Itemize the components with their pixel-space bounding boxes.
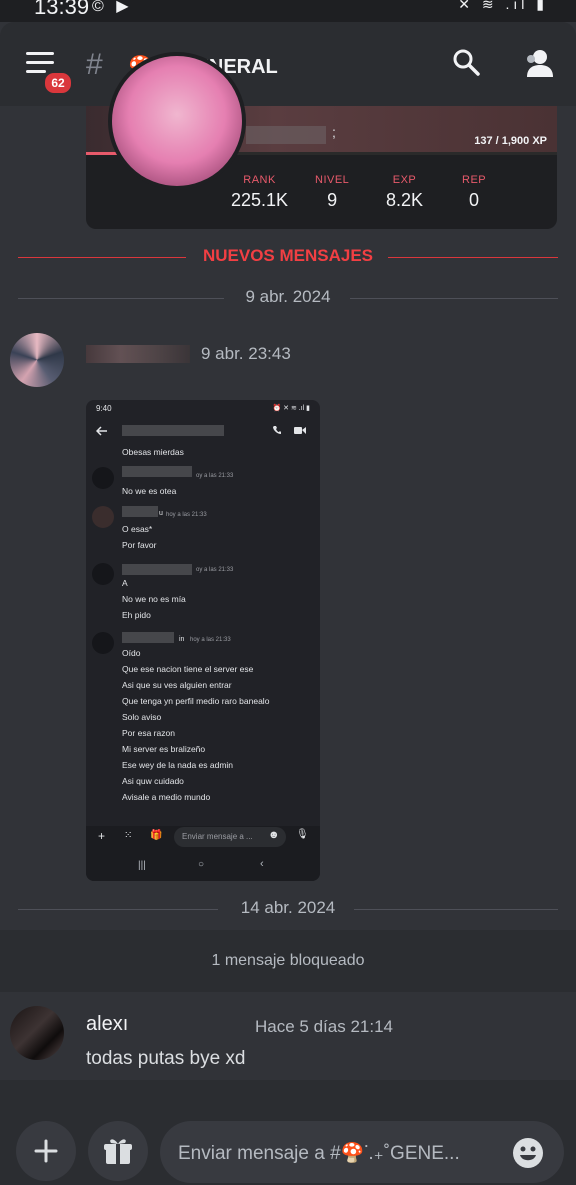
message-input[interactable]: Enviar mensaje a #🍄ᣟ.₊˚GENE... — [160, 1121, 564, 1183]
embedded-author-suffix: in — [179, 636, 185, 643]
date-label: 9 abr. 2024 — [18, 287, 558, 307]
embedded-line: Asi quw cuidado — [122, 776, 184, 786]
embedded-status-time: 9:40 — [96, 404, 112, 413]
search-icon[interactable] — [452, 48, 480, 76]
new-messages-divider: NUEVOS MENSAJES — [18, 246, 558, 265]
gift-button[interactable] — [88, 1121, 148, 1181]
date-label: 14 abr. 2024 — [18, 898, 558, 918]
stat-value: 225.1K — [231, 190, 289, 210]
emoji-icon[interactable] — [512, 1137, 544, 1169]
embedded-mic-icon: 🎙 — [296, 829, 309, 840]
embedded-line: Mi server es bralizeño — [122, 744, 206, 754]
members-icon[interactable] — [522, 48, 556, 78]
embedded-call-icon — [273, 426, 281, 434]
message-author[interactable]: alexı — [86, 1013, 128, 1036]
embedded-emoji-icon: ☻ — [268, 829, 280, 841]
stat-exp: EXP 8.2K — [386, 174, 423, 211]
embedded-plus-icon: + — [98, 829, 106, 843]
avatar[interactable] — [10, 1006, 64, 1060]
embedded-gift-icon: 🎁 — [150, 830, 163, 841]
embedded-author-redacted — [122, 632, 174, 643]
date-divider: 14 abr. 2024 — [18, 898, 558, 917]
embedded-back-nav-icon: ‹ — [260, 858, 264, 870]
embedded-line: A — [122, 578, 128, 588]
embedded-dm-name-redacted — [122, 425, 224, 436]
stat-nivel: NIVEL 9 — [315, 174, 349, 211]
embedded-line: Ese wey de la nada es admin — [122, 760, 234, 770]
embedded-avatar — [92, 506, 114, 528]
stat-label: RANK — [243, 174, 276, 186]
embedded-timestamp: hoy a las 21:33 — [190, 637, 231, 643]
embedded-message-placeholder: Enviar mensaje a ... — [182, 832, 253, 841]
embedded-avatar — [92, 467, 114, 489]
message-timestamp: Hace 5 días 21:14 — [255, 1017, 393, 1036]
image-attachment[interactable]: 9:40 ⏰ ✕ ≋ .ıl ▮ Obesas mierdas oy a las… — [86, 400, 320, 881]
embedded-timestamp: oy a las 21:33 — [196, 567, 234, 573]
embedded-line: Que tenga yn perfil medio raro banealo — [122, 696, 270, 706]
embedded-author-redacted — [122, 506, 158, 517]
plus-icon — [34, 1139, 58, 1163]
embedded-timestamp: hoy a las 21:33 — [166, 512, 207, 518]
channel-header: 62 # 🍄ᣟ.₊˚GENERAL — [0, 22, 576, 106]
embedded-apps-icon: ⁙ — [124, 830, 133, 841]
card-xp-text: 137 / 1,900 XP — [474, 135, 547, 147]
embedded-line: Por esa razon — [122, 728, 175, 738]
embedded-back-icon — [96, 426, 107, 436]
gift-icon — [104, 1139, 132, 1164]
message-timestamp: 9 abr. 23:43 — [201, 344, 291, 363]
embedded-avatar — [92, 563, 114, 585]
embedded-line: No we es otea — [122, 486, 177, 496]
status-time: 13:39 — [34, 0, 90, 19]
avatar[interactable] — [10, 333, 64, 387]
embedded-line: Por favor — [122, 540, 157, 550]
message-input-placeholder: Enviar mensaje a #🍄ᣟ.₊˚GENE... — [178, 1143, 460, 1164]
channel-hash-icon: # — [86, 48, 103, 81]
embedded-avatar — [92, 632, 114, 654]
embedded-line: Solo aviso — [122, 712, 162, 722]
stat-rank: RANK 225.1K — [231, 174, 288, 211]
new-messages-label: NUEVOS MENSAJES — [18, 246, 558, 266]
embedded-status-icons: ⏰ ✕ ≋ .ıl ▮ — [272, 405, 310, 412]
status-system-icons: ✕ ≋ .ıl ▮ — [458, 0, 548, 12]
embedded-author-suffix: u — [159, 510, 163, 517]
status-bar: 13:39 © ▶ ✕ ≋ .ıl ▮ — [0, 0, 576, 22]
date-divider: 9 abr. 2024 — [18, 287, 558, 306]
stat-value: 0 — [469, 190, 480, 210]
embedded-video-icon — [294, 427, 306, 434]
embedded-author-redacted — [122, 466, 192, 477]
stat-label: REP — [462, 174, 487, 186]
embedded-line: Asi que su ves alguien entrar — [122, 680, 232, 690]
card-avatar — [108, 52, 246, 190]
stat-rep: REP 0 — [462, 174, 486, 211]
embedded-line: No we no es mía — [122, 594, 186, 604]
card-username-redacted — [246, 126, 326, 144]
embedded-recents-icon: ||| — [138, 860, 146, 871]
card-username-suffix: ; — [332, 124, 336, 140]
embedded-line: Avisale a medio mundo — [122, 792, 211, 802]
embedded-line: Que ese nacion tiene el server ese — [122, 664, 254, 674]
status-app-icons: © ▶ — [92, 0, 133, 15]
embedded-timestamp: oy a las 21:33 — [196, 473, 234, 479]
message-body: todas putas bye xd — [86, 1048, 246, 1069]
stat-label: NIVEL — [315, 174, 350, 186]
unread-mentions-badge: 62 — [42, 70, 74, 96]
add-attachment-button[interactable] — [16, 1121, 76, 1181]
embedded-line: O esas* — [122, 524, 153, 534]
embedded-line: Obesas mierdas — [122, 447, 184, 457]
blocked-messages-bar[interactable]: 1 mensaje bloqueado — [0, 930, 576, 992]
embedded-home-icon: ○ — [198, 859, 205, 870]
author-name-redacted[interactable] — [86, 345, 190, 363]
stat-label: EXP — [392, 174, 417, 186]
embedded-line: Eh pido — [122, 610, 151, 620]
embedded-author-redacted — [122, 564, 192, 575]
stat-value: 9 — [327, 190, 338, 210]
stat-value: 8.2K — [386, 190, 424, 210]
embedded-line: Oído — [122, 648, 141, 658]
